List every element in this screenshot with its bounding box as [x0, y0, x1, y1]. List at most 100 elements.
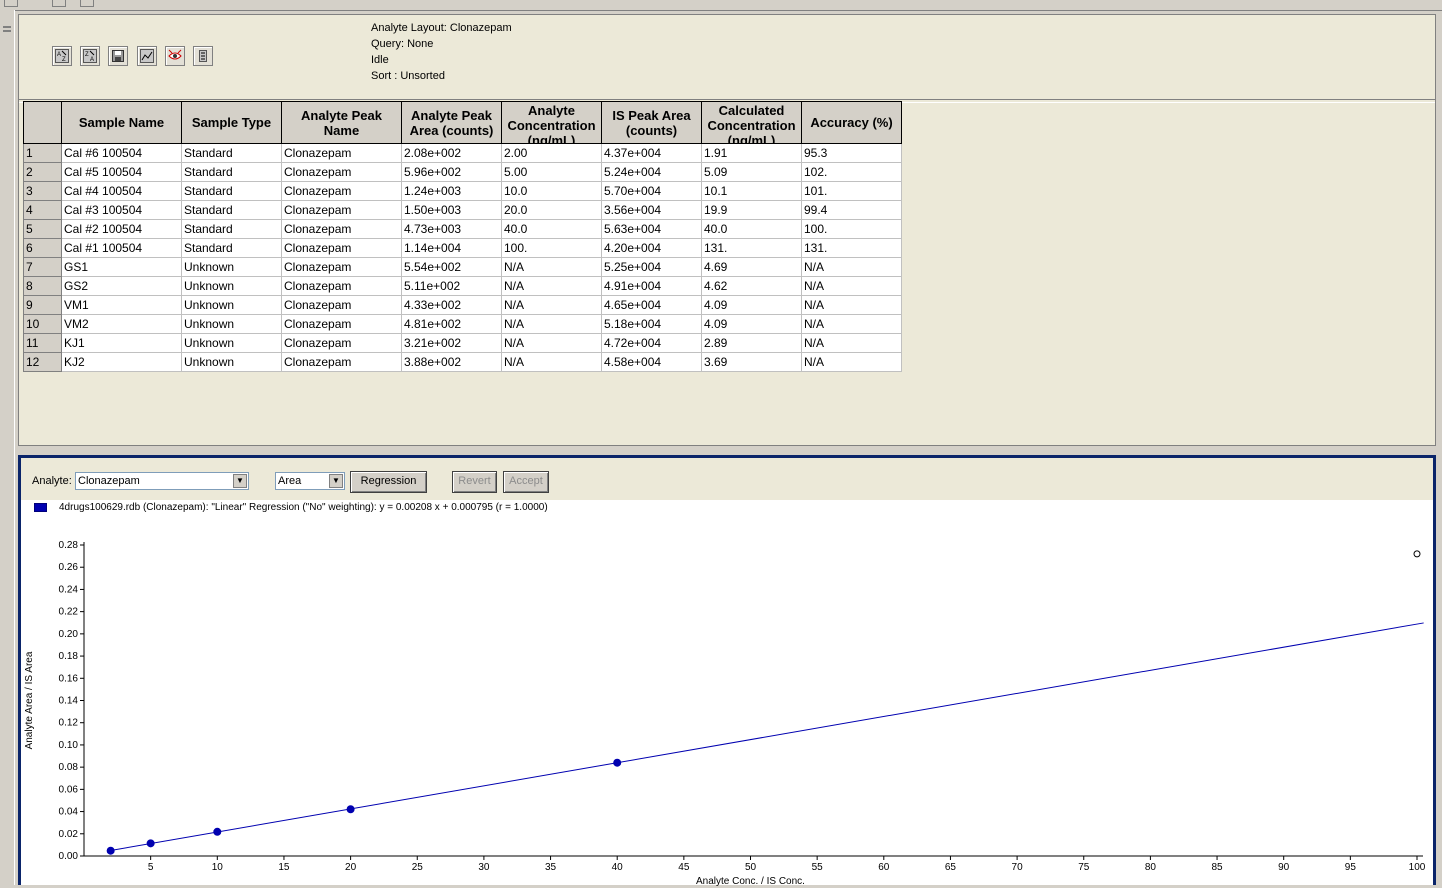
column-header[interactable]: Analyte Peak Name	[281, 101, 402, 144]
table-cell[interactable]: Clonazepam	[281, 352, 402, 372]
analyte-select[interactable]: Clonazepam ▼	[75, 472, 249, 490]
row-number[interactable]: 6	[23, 238, 62, 258]
table-cell[interactable]: Clonazepam	[281, 257, 402, 277]
table-cell[interactable]: Standard	[181, 181, 282, 201]
table-cell[interactable]: 4.69	[701, 257, 802, 277]
table-cell[interactable]: 4.20e+004	[601, 238, 702, 258]
table-cell[interactable]: KJ1	[61, 333, 182, 353]
table-row[interactable]: 8 GS2 Unknown Clonazepam 5.11e+002 N/A 4.91e+0…	[23, 276, 902, 296]
column-header[interactable]: IS Peak Area (counts)	[601, 101, 702, 144]
table-cell[interactable]: N/A	[801, 257, 902, 277]
table-cell[interactable]: 101.	[801, 181, 902, 201]
table-cell[interactable]: 5.54e+002	[401, 257, 502, 277]
table-cell[interactable]: Clonazepam	[281, 295, 402, 315]
table-cell[interactable]: Clonazepam	[281, 162, 402, 182]
table-cell[interactable]: 40.0	[501, 219, 602, 239]
table-cell[interactable]: Unknown	[181, 276, 282, 296]
row-number[interactable]: 4	[23, 200, 62, 220]
table-cell[interactable]: Cal #5 100504	[61, 162, 182, 182]
row-number[interactable]: 3	[23, 181, 62, 201]
table-cell[interactable]: 4.37e+004	[601, 143, 702, 163]
table-cell[interactable]: Standard	[181, 200, 282, 220]
row-number[interactable]: 11	[23, 333, 62, 353]
row-number[interactable]: 2	[23, 162, 62, 182]
sort-descending-button[interactable]: ZA	[80, 46, 100, 66]
table-cell[interactable]: 2.08e+002	[401, 143, 502, 163]
table-cell[interactable]: N/A	[501, 314, 602, 334]
table-row[interactable]: 12 KJ2 Unknown Clonazepam 3.88e+002 N/A 4.58e+…	[23, 352, 902, 372]
table-cell[interactable]: N/A	[501, 352, 602, 372]
table-cell[interactable]: 4.09	[701, 295, 802, 315]
table-row[interactable]: 5 Cal #2 100504 Standard Clonazepam 4.73e+00…	[23, 219, 902, 239]
table-cell[interactable]: Cal #3 100504	[61, 200, 182, 220]
row-header-corner[interactable]	[23, 101, 62, 144]
maximize-icon[interactable]	[80, 0, 94, 7]
table-cell[interactable]: 5.18e+004	[601, 314, 702, 334]
table-cell[interactable]: Unknown	[181, 333, 282, 353]
filter-button[interactable]	[193, 46, 213, 66]
table-cell[interactable]: 5.24e+004	[601, 162, 702, 182]
table-cell[interactable]: 131.	[801, 238, 902, 258]
table-row[interactable]: 3 Cal #4 100504 Standard Clonazepam 1.24e+00…	[23, 181, 902, 201]
table-cell[interactable]: N/A	[501, 333, 602, 353]
table-cell[interactable]: 10.1	[701, 181, 802, 201]
table-cell[interactable]: 4.91e+004	[601, 276, 702, 296]
minimize-icon[interactable]	[52, 0, 66, 7]
table-cell[interactable]: Unknown	[181, 352, 282, 372]
table-cell[interactable]: 131.	[701, 238, 802, 258]
table-cell[interactable]: 5.25e+004	[601, 257, 702, 277]
table-cell[interactable]: 3.88e+002	[401, 352, 502, 372]
table-cell[interactable]: N/A	[801, 276, 902, 296]
table-cell[interactable]: Cal #1 100504	[61, 238, 182, 258]
chart-button[interactable]	[137, 46, 157, 66]
table-cell[interactable]: 1.24e+003	[401, 181, 502, 201]
table-cell[interactable]: 2.00	[501, 143, 602, 163]
table-row[interactable]: 2 Cal #5 100504 Standard Clonazepam 5.96e+00…	[23, 162, 902, 182]
table-row[interactable]: 11 KJ1 Unknown Clonazepam 3.21e+002 N/A 4.72e+…	[23, 333, 902, 353]
row-number[interactable]: 7	[23, 257, 62, 277]
table-cell[interactable]: 5.96e+002	[401, 162, 502, 182]
table-cell[interactable]: 2.89	[701, 333, 802, 353]
save-button[interactable]	[108, 46, 128, 66]
table-cell[interactable]: 1.14e+004	[401, 238, 502, 258]
table-cell[interactable]: GS1	[61, 257, 182, 277]
table-row[interactable]: 1 Cal #6 100504 Standard Clonazepam 2.08e+00…	[23, 143, 902, 163]
row-number[interactable]: 9	[23, 295, 62, 315]
table-cell[interactable]: 102.	[801, 162, 902, 182]
column-header[interactable]: Sample Type	[181, 101, 282, 144]
table-cell[interactable]: 4.09	[701, 314, 802, 334]
table-cell[interactable]: 100.	[801, 219, 902, 239]
regression-button[interactable]: Regression	[350, 471, 427, 493]
table-cell[interactable]: 3.69	[701, 352, 802, 372]
table-cell[interactable]: 1.50e+003	[401, 200, 502, 220]
table-cell[interactable]: GS2	[61, 276, 182, 296]
accept-button[interactable]: Accept	[503, 471, 549, 493]
table-cell[interactable]: Clonazepam	[281, 314, 402, 334]
table-cell[interactable]: Cal #4 100504	[61, 181, 182, 201]
table-cell[interactable]: VM1	[61, 295, 182, 315]
table-cell[interactable]: Clonazepam	[281, 333, 402, 353]
table-cell[interactable]: 1.91	[701, 143, 802, 163]
row-number[interactable]: 8	[23, 276, 62, 296]
table-cell[interactable]: 3.21e+002	[401, 333, 502, 353]
table-cell[interactable]: Unknown	[181, 295, 282, 315]
row-number[interactable]: 12	[23, 352, 62, 372]
table-cell[interactable]: Standard	[181, 238, 282, 258]
table-cell[interactable]: 4.72e+004	[601, 333, 702, 353]
column-header[interactable]: Sample Name	[61, 101, 182, 144]
table-cell[interactable]: N/A	[801, 333, 902, 353]
row-number[interactable]: 10	[23, 314, 62, 334]
table-cell[interactable]: 99.4	[801, 200, 902, 220]
table-cell[interactable]: Clonazepam	[281, 276, 402, 296]
table-cell[interactable]: Clonazepam	[281, 238, 402, 258]
table-cell[interactable]: 10.0	[501, 181, 602, 201]
table-cell[interactable]: Cal #6 100504	[61, 143, 182, 163]
table-cell[interactable]: N/A	[801, 314, 902, 334]
table-cell[interactable]: 95.3	[801, 143, 902, 163]
table-cell[interactable]: 5.09	[701, 162, 802, 182]
table-cell[interactable]: 100.	[501, 238, 602, 258]
table-row[interactable]: 7 GS1 Unknown Clonazepam 5.54e+002 N/A 5.25e+0…	[23, 257, 902, 277]
table-cell[interactable]: 5.00	[501, 162, 602, 182]
table-cell[interactable]: 4.58e+004	[601, 352, 702, 372]
table-cell[interactable]: VM2	[61, 314, 182, 334]
